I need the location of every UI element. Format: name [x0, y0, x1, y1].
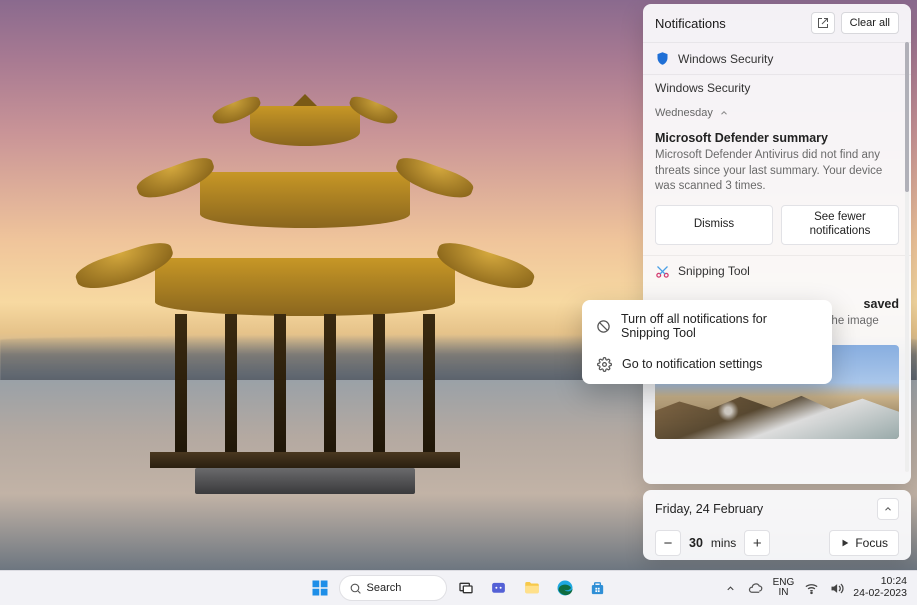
notification-title: Microsoft Defender summary [655, 131, 899, 145]
wifi-button[interactable] [803, 580, 819, 596]
group-day-row[interactable]: Wednesday [643, 101, 911, 125]
group-title-snip: Snipping Tool [678, 264, 750, 278]
task-view-icon [458, 580, 474, 596]
shield-icon [655, 51, 670, 66]
group-title-security: Windows Security [678, 52, 773, 66]
start-button[interactable] [306, 574, 334, 602]
clock-date: 24-02-2023 [853, 588, 907, 600]
edge-icon [556, 579, 574, 597]
chat-button[interactable] [485, 574, 513, 602]
task-view-button[interactable] [452, 574, 480, 602]
edge-button[interactable] [551, 574, 579, 602]
ctx-item-label: Go to notification settings [622, 357, 762, 371]
panel-scrollbar[interactable] [905, 42, 909, 472]
notification-context-menu: Turn off all notifications for Snipping … [582, 300, 832, 384]
taskbar-clock[interactable]: 10:24 24-02-2023 [853, 576, 907, 599]
pagoda-illustration [140, 80, 470, 470]
taskbar-search[interactable]: Search [339, 575, 447, 601]
calendar-collapse-button[interactable] [877, 498, 899, 520]
lang-bottom: IN [778, 588, 788, 598]
snipping-tool-icon [655, 264, 670, 279]
prohibit-icon [596, 318, 611, 334]
notification-center-title: Notifications [655, 16, 811, 31]
focus-decrement-button[interactable]: − [655, 530, 681, 556]
notification-settings-button[interactable] [811, 12, 835, 34]
tray-overflow-button[interactable] [723, 580, 739, 596]
cloud-icon [748, 581, 763, 596]
ctx-turn-off-notifications[interactable]: Turn off all notifications for Snipping … [586, 304, 828, 348]
volume-button[interactable] [828, 580, 844, 596]
notification-body: Microsoft Defender Antivirus did not fin… [655, 148, 899, 195]
speaker-icon [829, 581, 844, 596]
wifi-icon [804, 581, 819, 596]
store-icon [589, 580, 606, 597]
focus-minutes-value: 30 [689, 536, 703, 550]
notification-defender-summary[interactable]: Microsoft Defender summary Microsoft Def… [643, 125, 911, 255]
focus-label: Focus [855, 536, 888, 550]
store-button[interactable] [584, 574, 612, 602]
focus-minutes-unit: mins [711, 536, 736, 550]
search-label: Search [367, 582, 402, 594]
clear-all-button[interactable]: Clear all [841, 12, 899, 34]
ctx-item-label: Turn off all notifications for Snipping … [621, 312, 818, 340]
group-snipping-tool[interactable]: Snipping Tool [643, 255, 911, 287]
file-explorer-button[interactable] [518, 574, 546, 602]
group-day-label: Wednesday [655, 107, 713, 119]
taskbar: Search ENG IN [0, 570, 917, 605]
play-icon [840, 538, 850, 548]
calendar-focus-card: Friday, 24 February − 30 mins + Focus [643, 490, 911, 560]
windows-icon [311, 579, 329, 597]
group-windows-security[interactable]: Windows Security [643, 42, 911, 74]
language-indicator[interactable]: ENG IN [773, 578, 795, 598]
dismiss-button[interactable]: Dismiss [655, 205, 773, 245]
search-icon [349, 582, 362, 595]
chat-icon [490, 580, 507, 597]
chevron-up-icon [719, 108, 729, 118]
open-settings-icon [817, 17, 829, 29]
focus-increment-button[interactable]: + [744, 530, 770, 556]
ctx-notification-settings[interactable]: Go to notification settings [586, 348, 828, 380]
calendar-date: Friday, 24 February [655, 502, 877, 516]
focus-start-button[interactable]: Focus [829, 530, 899, 556]
group-subhead-security: Windows Security [643, 74, 911, 101]
onedrive-button[interactable] [748, 580, 764, 596]
chevron-up-icon [883, 504, 893, 514]
folder-icon [523, 579, 541, 597]
see-fewer-button[interactable]: See fewer notifications [781, 205, 899, 245]
notification-center: Notifications Clear all Windows Security… [643, 4, 911, 484]
gear-icon [596, 356, 612, 372]
chevron-up-icon [725, 583, 736, 594]
